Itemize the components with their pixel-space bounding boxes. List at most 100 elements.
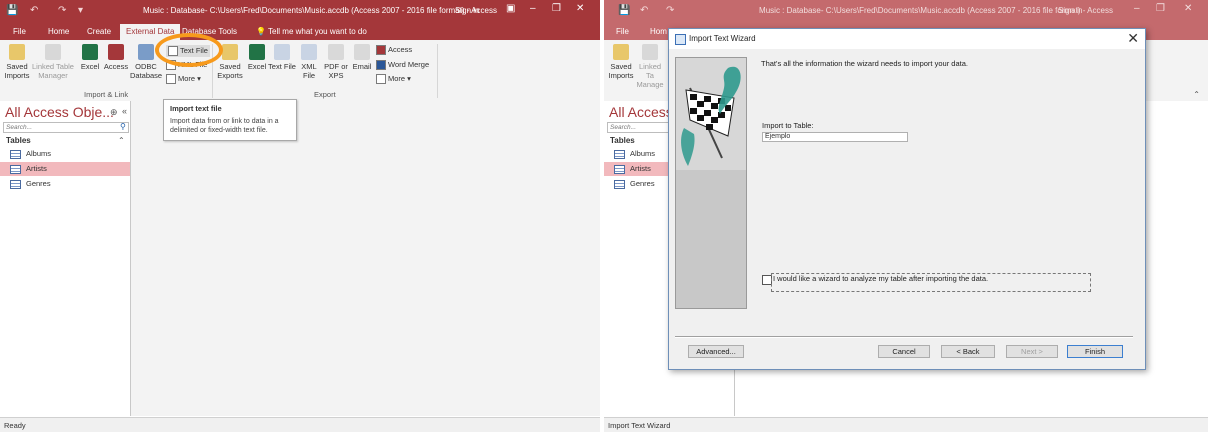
minimize-icon[interactable]: – — [530, 3, 536, 14]
saved-exports-icon — [222, 44, 238, 60]
linked-table-manager-button[interactable]: Linked Ta Manage — [636, 44, 664, 89]
import-more-button[interactable]: More ▾ — [166, 74, 201, 85]
back-button[interactable]: < Back — [941, 345, 995, 358]
linked-table-manager-button[interactable]: Linked Table Manager — [32, 44, 74, 80]
export-pdf-xps-button[interactable]: PDF or XPS — [322, 44, 350, 80]
save-icon[interactable]: 💾 — [6, 5, 18, 16]
nav-group-tables[interactable]: Tables — [610, 136, 635, 145]
table-icon — [10, 180, 21, 189]
import-access-button[interactable]: Access — [102, 44, 130, 71]
nav-item-artists[interactable]: Artists — [0, 162, 130, 176]
export-excel-button[interactable]: Excel — [243, 44, 271, 71]
export-more-button[interactable]: More ▾ — [376, 74, 411, 85]
export-group-label: Export — [314, 90, 336, 99]
advanced-button[interactable]: Advanced... — [688, 345, 744, 358]
access-icon — [108, 44, 124, 60]
table-icon — [10, 150, 21, 159]
export-text-file-button[interactable]: Text File — [268, 44, 296, 71]
export-email-button[interactable]: Email — [348, 44, 376, 71]
cancel-button[interactable]: Cancel — [878, 345, 930, 358]
word-icon — [376, 60, 386, 71]
table-icon — [614, 165, 625, 174]
excel-icon — [82, 44, 98, 60]
title-bar: 💾 ↶ ↷ Music : Database- C:\Users\Fred\Do… — [604, 0, 1208, 22]
tab-file[interactable]: File — [13, 27, 26, 36]
saved-imports-button[interactable]: Saved Imports — [3, 44, 31, 80]
navigation-pane: All Access Obje... ⊕ « Search... ⚲ Table… — [0, 101, 131, 416]
tab-home[interactable]: Hom — [650, 27, 667, 36]
ribbon-display-icon[interactable]: ▣ — [506, 3, 515, 14]
analyze-table-label[interactable]: I would like a wizard to analyze my tabl… — [773, 274, 988, 283]
nav-item-albums[interactable]: Albums — [0, 147, 130, 161]
tooltip-description: Import data from or link to data in a de… — [170, 118, 279, 134]
wizard-info-text: That's all the information the wizard ne… — [761, 59, 968, 68]
import-excel-button[interactable]: Excel — [76, 44, 104, 71]
dialog-separator — [675, 336, 1133, 338]
linked-table-icon — [45, 44, 61, 60]
close-icon[interactable]: ✕ — [1184, 3, 1192, 14]
import-text-wizard-dialog: Import Text Wizard ✕ That's all the info… — [668, 28, 1146, 370]
status-text: Import Text Wizard — [608, 421, 671, 430]
status-bar: Ready — [0, 417, 600, 432]
sign-in-link[interactable]: Sign in — [1058, 6, 1082, 15]
nav-group-tables[interactable]: Tables — [6, 136, 31, 145]
table-icon — [10, 165, 21, 174]
nav-item-genres[interactable]: Genres — [0, 177, 130, 191]
tell-me-box[interactable]: 💡 Tell me what you want to do — [256, 27, 367, 36]
tooltip-title: Import text file — [170, 104, 222, 113]
nav-pane-title[interactable]: All Access — [609, 104, 673, 120]
export-access-button[interactable]: Access — [376, 45, 412, 56]
dialog-title-bar: Import Text Wizard ✕ — [669, 29, 1145, 49]
title-bar: 💾 ↶ ↷ ▾ Music : Database- C:\Users\Fred\… — [0, 0, 600, 22]
export-xml-file-button[interactable]: XML File — [295, 44, 323, 80]
collapse-icon[interactable]: ⌃ — [118, 136, 125, 145]
tab-create[interactable]: Create — [87, 27, 111, 36]
minimize-icon[interactable]: – — [1134, 3, 1140, 14]
status-text: Ready — [4, 421, 26, 430]
word-merge-button[interactable]: Word Merge — [376, 60, 429, 71]
sign-in-link[interactable]: Sign in — [455, 6, 479, 15]
group-separator — [437, 44, 438, 98]
ribbon: Saved Imports Linked Table Manager Excel… — [0, 40, 600, 102]
saved-imports-icon — [613, 44, 629, 60]
window-title: Music : Database- C:\Users\Fred\Document… — [143, 6, 497, 15]
odbc-icon — [138, 44, 154, 60]
dialog-close-icon[interactable]: ✕ — [1127, 30, 1139, 47]
left-access-window: 💾 ↶ ↷ ▾ Music : Database- C:\Users\Fred\… — [0, 0, 600, 432]
wizard-icon — [675, 34, 686, 45]
import-to-table-input[interactable]: Ejemplo — [762, 132, 908, 142]
status-bar: Import Text Wizard — [604, 417, 1208, 432]
saved-imports-button[interactable]: Saved Imports — [607, 44, 635, 80]
tab-home[interactable]: Home — [48, 27, 69, 36]
tell-me-label: Tell me what you want to do — [268, 27, 367, 36]
save-icon[interactable]: 💾 — [618, 5, 630, 16]
window-title: Music : Database- C:\Users\Fred\Document… — [759, 6, 1113, 15]
collapse-ribbon-icon[interactable]: ⌃ — [1193, 90, 1200, 99]
nav-search-input[interactable]: Search... — [3, 122, 129, 133]
undo-icon[interactable]: ↶ — [640, 5, 648, 16]
search-icon[interactable]: ⚲ — [120, 122, 126, 131]
email-icon — [354, 44, 370, 60]
export-access-icon — [376, 45, 386, 56]
maximize-icon[interactable]: ❐ — [552, 3, 561, 14]
tab-file[interactable]: File — [616, 27, 629, 36]
pdf-icon — [328, 44, 344, 60]
finish-button[interactable]: Finish — [1067, 345, 1123, 358]
nav-pane-title[interactable]: All Access Obje... — [5, 104, 114, 120]
nav-menu-icon[interactable]: ⊕ — [110, 107, 118, 118]
right-access-window: 💾 ↶ ↷ Music : Database- C:\Users\Fred\Do… — [604, 0, 1208, 432]
text-file-tooltip: Import text file Import data from or lin… — [163, 99, 297, 141]
work-area — [131, 101, 600, 416]
dialog-title: Import Text Wizard — [689, 34, 756, 43]
export-excel-icon — [249, 44, 265, 60]
next-button[interactable]: Next > — [1006, 345, 1058, 358]
more-icon — [166, 74, 176, 85]
table-icon — [614, 150, 625, 159]
maximize-icon[interactable]: ❐ — [1156, 3, 1165, 14]
close-icon[interactable]: ✕ — [576, 3, 584, 14]
import-to-table-label: Import to Table: — [762, 121, 814, 130]
shutter-bar-icon[interactable]: « — [122, 106, 127, 116]
wizard-image-panel — [675, 57, 747, 309]
export-more-icon — [376, 74, 386, 85]
undo-icon[interactable]: ↶ — [30, 5, 38, 16]
